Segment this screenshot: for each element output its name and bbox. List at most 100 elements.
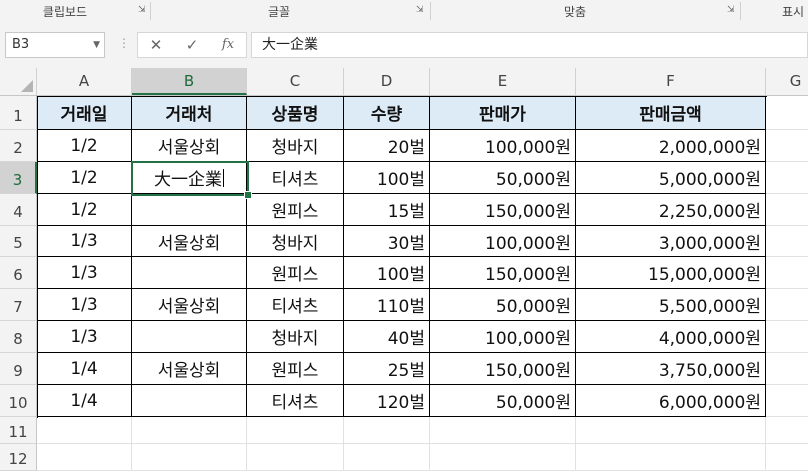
- cell-f8[interactable]: 4,000,000원: [576, 321, 766, 353]
- clipboard-launcher-icon[interactable]: ⇲: [138, 6, 147, 15]
- name-box[interactable]: B3 ▼: [5, 32, 105, 58]
- font-launcher-icon[interactable]: ⇲: [416, 6, 425, 15]
- cell-e9[interactable]: 150,000원: [430, 353, 576, 385]
- column-header-b[interactable]: B: [132, 68, 247, 95]
- cell-b3[interactable]: 大一企業: [132, 162, 247, 194]
- cell-e7[interactable]: 50,000원: [430, 289, 576, 321]
- cell-d6[interactable]: 100벌: [344, 257, 430, 289]
- cell-f10[interactable]: 6,000,000원: [576, 385, 766, 417]
- cell-c4[interactable]: 원피스: [247, 194, 344, 226]
- cell-c11[interactable]: [247, 417, 344, 444]
- cell-f6[interactable]: 15,000,000원: [576, 257, 766, 289]
- cell-c6[interactable]: 원피스: [247, 257, 344, 289]
- cell-d5[interactable]: 30벌: [344, 226, 430, 257]
- cell-e8[interactable]: 100,000원: [430, 321, 576, 353]
- cell-e12[interactable]: [430, 444, 576, 471]
- cell-d8[interactable]: 40벌: [344, 321, 430, 353]
- cell-c12[interactable]: [247, 444, 344, 471]
- cell-a7[interactable]: 1/3: [37, 289, 132, 321]
- cell-e4[interactable]: 150,000원: [430, 194, 576, 226]
- cancel-icon[interactable]: ✕: [146, 36, 166, 54]
- cell-g1[interactable]: [766, 96, 808, 130]
- cell-a12[interactable]: [37, 444, 132, 471]
- cell-a5[interactable]: 1/3: [37, 226, 132, 257]
- column-header-c[interactable]: C: [247, 68, 344, 95]
- insert-function-icon[interactable]: fx: [218, 36, 238, 54]
- cell-f2[interactable]: 2,000,000원: [576, 130, 766, 162]
- row-header-8[interactable]: 8: [0, 321, 37, 353]
- row-header-5[interactable]: 5: [0, 226, 37, 257]
- row-header-3[interactable]: 3: [0, 162, 37, 194]
- cell-g11[interactable]: [766, 417, 808, 444]
- cell-f4[interactable]: 2,250,000원: [576, 194, 766, 226]
- cell-d9[interactable]: 25벌: [344, 353, 430, 385]
- column-header-g[interactable]: G: [766, 68, 808, 95]
- cell-c8[interactable]: 청바지: [247, 321, 344, 353]
- row-header-1[interactable]: 1: [0, 96, 37, 130]
- cell-d7[interactable]: 110벌: [344, 289, 430, 321]
- cell-b5[interactable]: 서울상회: [132, 226, 247, 257]
- cell-b2[interactable]: 서울상회: [132, 130, 247, 162]
- cell-g10[interactable]: [766, 385, 808, 417]
- cell-b10[interactable]: [132, 385, 247, 417]
- cell-e5[interactable]: 100,000원: [430, 226, 576, 257]
- row-header-11[interactable]: 11: [0, 417, 37, 444]
- alignment-launcher-icon[interactable]: ⇲: [727, 6, 736, 15]
- cell-g3[interactable]: [766, 162, 808, 194]
- cell-g7[interactable]: [766, 289, 808, 321]
- cell-f12[interactable]: [576, 444, 766, 471]
- row-header-4[interactable]: 4: [0, 194, 37, 226]
- row-header-9[interactable]: 9: [0, 353, 37, 385]
- cell-f11[interactable]: [576, 417, 766, 444]
- cell-f5[interactable]: 3,000,000원: [576, 226, 766, 257]
- cell-b4[interactable]: [132, 194, 247, 226]
- cell-c9[interactable]: 원피스: [247, 353, 344, 385]
- column-header-e[interactable]: E: [430, 68, 576, 95]
- cell-b9[interactable]: 서울상회: [132, 353, 247, 385]
- cell-e2[interactable]: 100,000원: [430, 130, 576, 162]
- cell-b1[interactable]: 거래처: [132, 96, 247, 130]
- row-header-2[interactable]: 2: [0, 130, 37, 162]
- cell-b12[interactable]: [132, 444, 247, 471]
- row-header-6[interactable]: 6: [0, 257, 37, 289]
- cell-a10[interactable]: 1/4: [37, 385, 132, 417]
- cell-a11[interactable]: [37, 417, 132, 444]
- cell-a4[interactable]: 1/2: [37, 194, 132, 226]
- chevron-down-icon[interactable]: ▼: [93, 33, 100, 57]
- cell-g9[interactable]: [766, 353, 808, 385]
- drag-handle-icon[interactable]: ⋮: [118, 36, 130, 50]
- column-header-f[interactable]: F: [576, 68, 766, 95]
- cell-e6[interactable]: 150,000원: [430, 257, 576, 289]
- cell-f9[interactable]: 3,750,000원: [576, 353, 766, 385]
- cell-b6[interactable]: [132, 257, 247, 289]
- cell-d3[interactable]: 100벌: [344, 162, 430, 194]
- cell-c2[interactable]: 청바지: [247, 130, 344, 162]
- cell-e1[interactable]: 판매가: [430, 96, 576, 130]
- cell-a2[interactable]: 1/2: [37, 130, 132, 162]
- row-header-10[interactable]: 10: [0, 385, 37, 417]
- cell-e11[interactable]: [430, 417, 576, 444]
- cell-e3[interactable]: 50,000원: [430, 162, 576, 194]
- cell-g6[interactable]: [766, 257, 808, 289]
- cell-g5[interactable]: [766, 226, 808, 257]
- cell-a8[interactable]: 1/3: [37, 321, 132, 353]
- row-header-12[interactable]: 12: [0, 444, 37, 471]
- cell-c5[interactable]: 청바지: [247, 226, 344, 257]
- cell-f7[interactable]: 5,500,000원: [576, 289, 766, 321]
- select-all-button[interactable]: [0, 68, 37, 95]
- cell-d1[interactable]: 수량: [344, 96, 430, 130]
- fill-handle[interactable]: [244, 191, 252, 199]
- cell-b7[interactable]: 서울상회: [132, 289, 247, 321]
- cell-a3[interactable]: 1/2: [37, 162, 132, 194]
- cell-g4[interactable]: [766, 194, 808, 226]
- cell-c7[interactable]: 티셔츠: [247, 289, 344, 321]
- cell-g12[interactable]: [766, 444, 808, 471]
- cell-d2[interactable]: 20벌: [344, 130, 430, 162]
- cell-e10[interactable]: 50,000원: [430, 385, 576, 417]
- column-header-a[interactable]: A: [37, 68, 132, 95]
- cell-b8[interactable]: [132, 321, 247, 353]
- formula-input[interactable]: 大一企業: [251, 32, 808, 58]
- cell-f1[interactable]: 판매금액: [576, 96, 766, 130]
- enter-icon[interactable]: ✓: [182, 36, 202, 54]
- cell-b11[interactable]: [132, 417, 247, 444]
